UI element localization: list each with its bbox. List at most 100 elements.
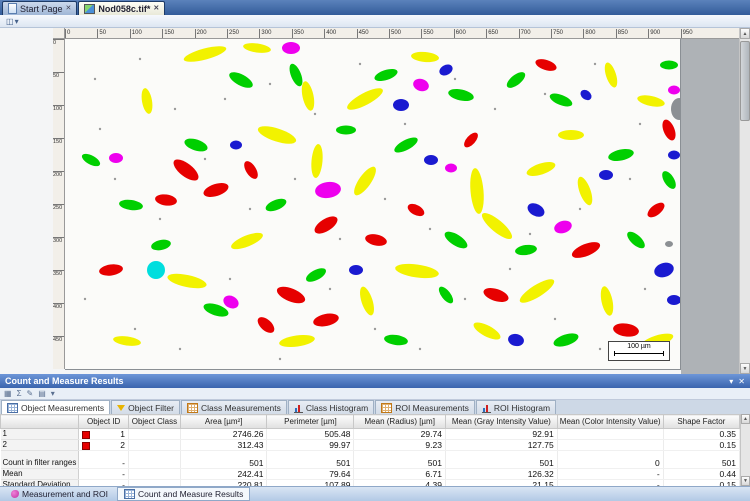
ruler-label: 550 <box>421 29 433 38</box>
table-row[interactable]: Mean-242.4179.646.71126.32-0.44 <box>1 469 740 480</box>
results-table: Object IDObject ClassArea [µm²]Perimeter… <box>0 414 740 486</box>
options-icon[interactable]: ▾ <box>50 389 56 399</box>
ruler-label: 200 <box>53 171 64 178</box>
column-header-object-id[interactable]: Object ID <box>79 415 129 429</box>
column-header-mean-gray-intensity-value[interactable]: Mean (Gray Intensity Value) <box>445 415 557 429</box>
row-header <box>1 451 79 459</box>
select-columns-icon[interactable]: ▦ <box>3 389 13 399</box>
table-scroll-up-icon[interactable]: ▲ <box>741 414 750 424</box>
tab-class-histogram[interactable]: Class Histogram <box>288 400 374 414</box>
cell <box>663 451 739 459</box>
document-tab-start-page[interactable]: Start Page✕ <box>2 1 77 15</box>
ruler-label: 850 <box>616 29 628 38</box>
table-row[interactable]: Count in filter ranges-5015015015010501 <box>1 458 740 469</box>
scale-bar-label: 100 µm <box>609 342 669 351</box>
table-row[interactable]: 112746.26505.4829.7492.910.35 <box>1 429 740 440</box>
roi-icon <box>11 490 19 498</box>
scroll-up-icon[interactable]: ▲ <box>740 28 750 39</box>
cell: 0.15 <box>663 440 739 451</box>
histogram-icon <box>482 403 491 413</box>
ruler-label: 250 <box>53 204 64 211</box>
cell: 92.91 <box>445 429 557 440</box>
panel-close-icon[interactable]: ✕ <box>738 377 745 386</box>
canvas-surround <box>681 39 739 374</box>
viewer-toolbar: ◫▾ <box>0 15 750 28</box>
cell: 2 <box>79 440 129 451</box>
object-color-swatch <box>82 431 90 439</box>
ruler-label: 250 <box>227 29 239 38</box>
statusbar-tab-count-and-measure-results[interactable]: Count and Measure Results <box>117 487 250 501</box>
cell: 501 <box>354 458 445 469</box>
row-header: Mean <box>1 469 79 480</box>
row-header: Count in filter ranges <box>1 458 79 469</box>
cell: 505.48 <box>267 429 354 440</box>
tab-object-measurements[interactable]: Object Measurements <box>1 400 110 414</box>
statusbar-tab-measurement-and-roi[interactable]: Measurement and ROI <box>4 487 115 501</box>
table-scroll-down-icon[interactable]: ▼ <box>741 476 750 486</box>
cell: 501 <box>180 458 267 469</box>
scroll-down-icon[interactable]: ▼ <box>740 363 750 374</box>
ruler-label: 300 <box>259 29 271 38</box>
cell: 79.64 <box>267 469 354 480</box>
table-scrollbar[interactable]: ▲ ▼ <box>740 414 750 486</box>
ruler-label: 50 <box>53 72 64 79</box>
results-table-icon <box>124 489 135 499</box>
specimen-image[interactable]: 100 µm <box>65 39 681 370</box>
row-header: 1 <box>1 429 79 440</box>
scrollbar-thumb[interactable] <box>740 41 750 121</box>
tab-class-measurements[interactable]: Class Measurements <box>181 400 287 414</box>
tab-roi-measurements[interactable]: ROI Measurements <box>375 400 475 414</box>
cell: 29.74 <box>354 429 445 440</box>
image-viewer[interactable]: 0501001502002503003504004505005506006507… <box>0 28 739 374</box>
ruler-label: 450 <box>357 29 369 38</box>
ruler-label: 200 <box>195 29 207 38</box>
panel-menu-icon[interactable]: ▾ <box>729 377 733 386</box>
ruler-label: 150 <box>53 138 64 145</box>
column-header-mean-color-intensity-value[interactable]: Mean (Color Intensity Value) <box>557 415 663 429</box>
cell: 501 <box>663 458 739 469</box>
row-header: 2 <box>1 440 79 451</box>
tab-label: Count and Measure Results <box>138 489 243 499</box>
tab-object-filter[interactable]: Object Filter <box>111 400 180 414</box>
vertical-ruler: 050100150200250300350400450500 <box>53 39 65 369</box>
tab-label: ROI Measurements <box>395 403 469 413</box>
cell: 126.32 <box>445 469 557 480</box>
tab-close-icon[interactable]: ✕ <box>66 5 72 12</box>
cell: 127.75 <box>445 440 557 451</box>
detected-particles-layer <box>65 39 680 369</box>
column-header-shape-factor[interactable]: Shape Factor <box>663 415 739 429</box>
statistics-icon[interactable]: Σ <box>16 389 23 399</box>
tab-roi-histogram[interactable]: ROI Histogram <box>476 400 556 414</box>
tab-label: Class Histogram <box>306 403 368 413</box>
cell <box>128 440 180 451</box>
column-header-area-m[interactable]: Area [µm²] <box>180 415 267 429</box>
scale-bar: 100 µm <box>608 341 670 361</box>
cell <box>267 451 354 459</box>
column-header-perimeter-m[interactable]: Perimeter [µm] <box>267 415 354 429</box>
ruler-label: 800 <box>583 29 595 38</box>
export-icon[interactable]: ▤ <box>37 389 47 399</box>
vertical-scrollbar[interactable]: ▲ ▼ <box>739 28 750 374</box>
edit-icon[interactable]: ✎ <box>26 389 35 399</box>
cell: 1 <box>79 429 129 440</box>
results-table-container: Object IDObject ClassArea [µm²]Perimeter… <box>0 414 740 486</box>
cell: 6.71 <box>354 469 445 480</box>
column-header-object-class[interactable]: Object Class <box>128 415 180 429</box>
column-header-mean-radius-m[interactable]: Mean (Radius) [µm] <box>354 415 445 429</box>
image-document-icon <box>84 4 95 14</box>
cell <box>128 429 180 440</box>
cell <box>557 429 663 440</box>
cell: - <box>557 469 663 480</box>
cell: 312.43 <box>180 440 267 451</box>
tab-label: Class Measurements <box>201 403 281 413</box>
tab-close-icon[interactable]: ✕ <box>153 5 159 12</box>
results-tab-strip: Object Measurements Object Filter Class Me… <box>0 400 750 414</box>
magnification-tool-icon[interactable]: ◫▾ <box>3 15 22 28</box>
table-orange-icon <box>381 403 392 413</box>
ruler-label: 700 <box>519 29 531 38</box>
tab-label: Object Measurements <box>21 403 104 413</box>
table-row[interactable]: 22312.4399.979.23127.750.15 <box>1 440 740 451</box>
table-spacer-row <box>1 451 740 459</box>
document-tab-nod058c-tif[interactable]: Nod058c.tif*✕ <box>78 1 165 15</box>
ruler-label: 750 <box>551 29 563 38</box>
